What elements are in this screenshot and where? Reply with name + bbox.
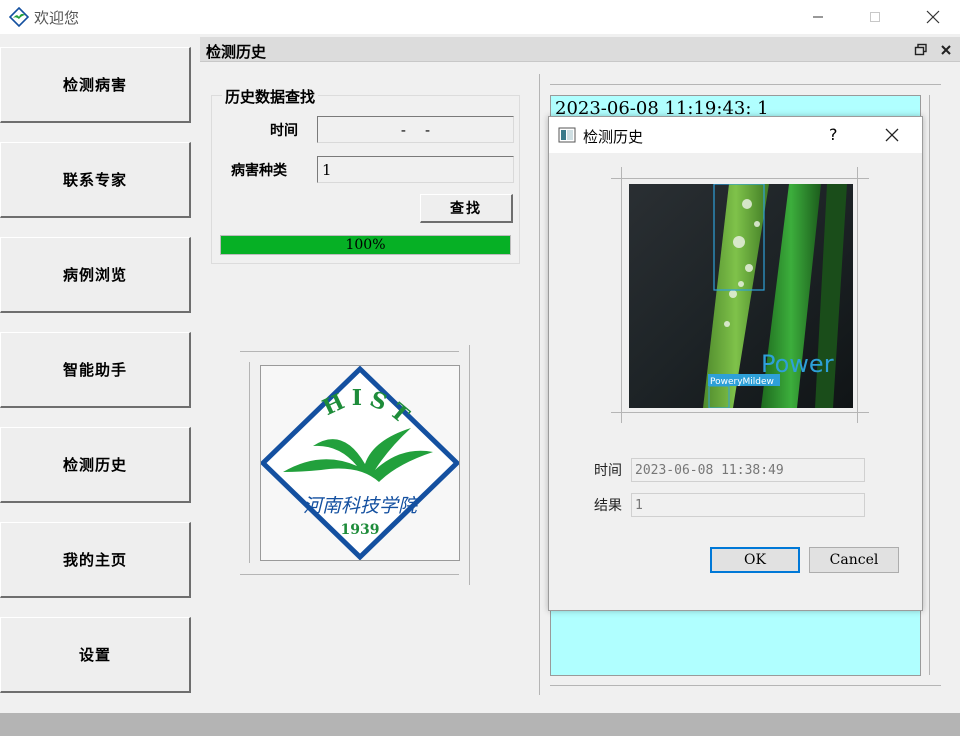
close-icon [926,10,940,24]
logo-frame-right-line [469,345,470,585]
close-icon [941,45,951,55]
subwindow-header [200,37,960,62]
school-logo: HIST 河南科技学院 1939 [259,365,461,561]
app-logo-icon [9,7,29,27]
time-label: 时间 [270,123,298,139]
nav-case-browse[interactable]: 病例浏览 [0,237,191,313]
cancel-button[interactable]: Cancel [809,547,899,573]
nav-contact-expert[interactable]: 联系专家 [0,142,191,218]
time-field[interactable]: - - [317,116,514,143]
nav-detect-disease[interactable]: 检测病害 [0,47,191,123]
dialog-close-button[interactable] [884,127,900,143]
status-bar [0,713,960,736]
disease-field[interactable]: 1 [317,156,514,183]
window-title: 欢迎您 [34,9,80,27]
maximize-button[interactable] [852,0,898,34]
panel-bottom-line [550,685,941,686]
nav-detect-history[interactable]: 检测历史 [0,427,191,503]
subwindow-close-button[interactable] [939,42,953,56]
progress-bar: 100% [220,235,511,255]
logo-frame-top-line [240,351,459,352]
help-icon[interactable]: ? [829,125,841,144]
nav-settings[interactable]: 设置 [0,617,191,693]
nav-smart-assistant[interactable]: 智能助手 [0,332,191,408]
minimize-button[interactable] [795,0,841,34]
maximize-icon [870,12,880,22]
close-icon [885,128,899,142]
restore-button[interactable] [914,42,928,56]
panel-left-line [539,74,540,695]
panel-right-line [929,95,930,675]
detection-label: PoweryMildew [710,377,774,387]
logo-box: HIST 河南科技学院 1939 [259,365,461,561]
detection-overlay-text: Power [761,350,834,378]
dialog-title: 检测历史 [583,128,644,146]
search-group-title: 历史数据查找 [222,86,319,107]
ok-button[interactable]: OK [710,547,800,573]
logo-frame-bottom-line [240,574,459,575]
logo-frame-left-line [249,362,250,563]
panel-top-line [550,84,941,85]
image-frame-left-line [621,167,622,423]
dialog-app-icon [558,127,576,143]
dialog-result-label: 结果 [594,498,622,514]
close-button[interactable] [910,0,956,34]
subwindow-title: 检测历史 [206,43,267,61]
disease-label: 病害种类 [231,163,287,179]
image-frame-bottom-line [611,412,869,413]
detection-image: PoweryMildew Power [629,184,853,408]
search-button[interactable]: 查找 [420,194,513,223]
logo-school-name: 河南科技学院 [303,495,420,517]
minimize-icon [813,16,823,18]
progress-text: 100% [345,237,386,253]
restore-icon [914,43,927,56]
dialog-time-field[interactable]: 2023-06-08 11:38:49 [631,458,865,482]
dialog-result-field[interactable]: 1 [631,493,865,517]
image-frame-right-line [857,167,858,423]
logo-year: 1939 [341,522,380,538]
nav-my-home[interactable]: 我的主页 [0,522,191,598]
dialog-time-label: 时间 [594,463,622,479]
image-frame-top-line [611,178,869,179]
